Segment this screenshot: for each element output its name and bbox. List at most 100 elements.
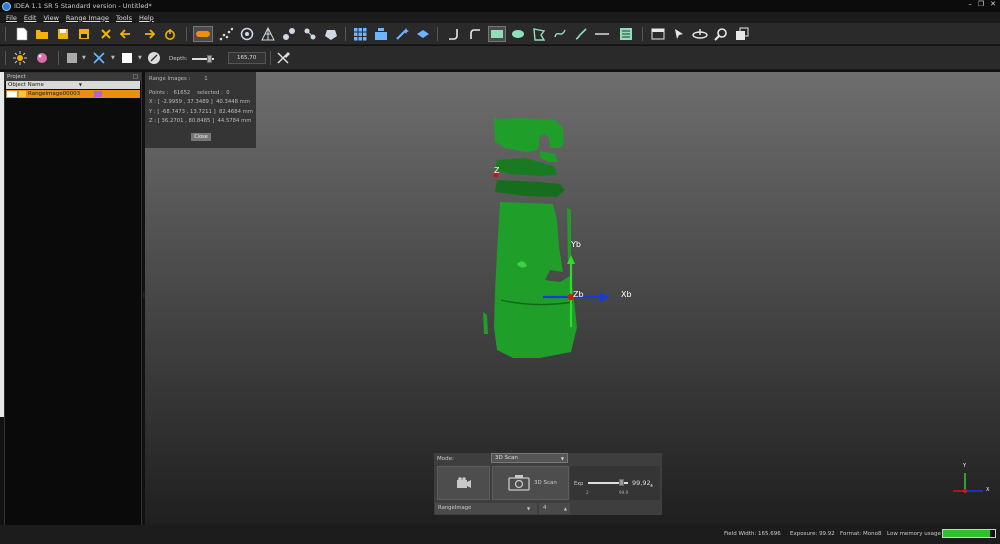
rectangle-select-icon[interactable] — [488, 26, 506, 42]
target-value: RangeImage — [438, 505, 472, 511]
y-range: Y : [ -68.7473 , 13.7211 ] — [149, 108, 216, 115]
menu-tools[interactable]: Tools — [116, 14, 132, 22]
title-bar: IDEA 1.1 SR 5 Standard version - Untitle… — [0, 0, 1000, 12]
secondary-toolbar: ▼ ▼ ▼ Depth: 165,70 — [0, 46, 1000, 70]
curve-right-icon[interactable] — [467, 26, 483, 42]
material-icon[interactable] — [34, 50, 50, 66]
sort-icon[interactable]: ▼ — [79, 81, 82, 89]
exposure-value: 99,92 — [632, 479, 651, 487]
field-width-status: Field Width: 165.696 — [724, 531, 781, 537]
count-value: 4 — [543, 505, 547, 511]
3d-scan-button[interactable]: 3D Scan — [492, 466, 569, 500]
menu-help[interactable]: Help — [139, 14, 154, 22]
light-icon[interactable] — [12, 50, 28, 66]
chevron-down-icon[interactable]: ▼ — [82, 55, 86, 61]
line-icon[interactable] — [594, 26, 610, 42]
exposure-min: 2 — [586, 490, 589, 495]
menu-range-image[interactable]: Range Image — [66, 14, 109, 22]
delete-icon[interactable] — [98, 26, 114, 42]
toolbar-separator — [186, 27, 187, 41]
target-select[interactable]: RangeImage ▼ — [435, 503, 537, 514]
mesh-icon[interactable] — [260, 26, 276, 42]
project-object-row[interactable]: RangeImage00003 — [6, 90, 140, 98]
memory-usage-fill — [943, 530, 990, 537]
panel-splitter[interactable]: ⋮ — [141, 292, 147, 302]
chevron-down-icon[interactable]: ▼ — [138, 55, 142, 61]
panel-float-icon[interactable]: □ — [133, 73, 138, 81]
rotate-3d-icon[interactable] — [239, 26, 255, 42]
save-icon[interactable] — [55, 26, 71, 42]
zoom-icon[interactable] — [713, 26, 729, 42]
spin-arrows-icon[interactable]: ▲ — [650, 482, 653, 487]
new-file-icon[interactable] — [14, 26, 30, 42]
polygon-select-icon[interactable] — [531, 26, 547, 42]
save-as-icon[interactable] — [76, 26, 92, 42]
merge-icon[interactable] — [373, 26, 389, 42]
spin-arrows-icon: ▲ — [563, 506, 567, 511]
close-color-icon[interactable] — [91, 50, 107, 66]
xb-axis-label: Xb — [621, 290, 632, 299]
range-image-info-box: Range Images : 1 Points : 61652 selected … — [145, 72, 256, 148]
object-color-swatch[interactable] — [94, 91, 102, 97]
list-icon[interactable] — [618, 26, 634, 42]
mode-select[interactable]: 3D Scan ▼ — [491, 453, 568, 463]
count-spinbox[interactable]: 4 ▲ — [539, 503, 570, 514]
project-panel-header: Project □ — [5, 73, 141, 81]
exposure-max: 99.9 — [619, 490, 629, 495]
scanner-icon[interactable] — [193, 26, 213, 42]
model-fragment — [540, 151, 558, 162]
axes-gizmo — [953, 473, 983, 493]
toolbar-separator — [437, 27, 438, 41]
restore-icon[interactable]: ❐ — [978, 0, 984, 8]
main-toolbar — [0, 23, 1000, 45]
chevron-down-icon: ▼ — [527, 506, 531, 511]
points-icon[interactable] — [218, 26, 234, 42]
redo-icon[interactable] — [140, 26, 156, 42]
flip-icon[interactable] — [415, 26, 431, 42]
chevron-down-icon[interactable]: ▼ — [111, 55, 115, 61]
brush-icon[interactable] — [573, 26, 589, 42]
undo-icon[interactable] — [119, 26, 135, 42]
object-name-header[interactable]: Object Name ▼ — [6, 81, 140, 89]
menu-view[interactable]: View — [43, 14, 58, 22]
grid-icon[interactable] — [352, 26, 368, 42]
gizmo-x-label: X — [986, 487, 990, 493]
turntable-icon[interactable] — [692, 26, 708, 42]
window-icon[interactable] — [650, 26, 666, 42]
tools-icon[interactable] — [275, 50, 291, 66]
align-icon[interactable] — [302, 26, 318, 42]
visibility-checkbox[interactable] — [7, 91, 17, 97]
x-size: 40.3448 mm — [216, 99, 250, 105]
ellipse-select-icon[interactable] — [510, 26, 526, 42]
video-button[interactable] — [437, 466, 490, 500]
depth-spinbox[interactable]: 165,70 — [228, 52, 266, 64]
scan-control-panel: Mode: 3D Scan ▼ 3D Scan Exp 99,92 2 99.9… — [434, 453, 662, 515]
power-icon[interactable] — [162, 26, 178, 42]
color-square-icon[interactable] — [64, 50, 80, 66]
exposure-slider-handle[interactable] — [618, 479, 624, 486]
status-bar: Field Width: 165.696 Exposure: 99.92 For… — [0, 525, 1000, 544]
camera-icon — [508, 475, 530, 491]
menu-edit[interactable]: Edit — [24, 14, 37, 22]
white-square-icon[interactable] — [119, 50, 135, 66]
bounding-box-icon[interactable] — [734, 26, 750, 42]
freehand-select-icon[interactable] — [552, 26, 568, 42]
edit-icon[interactable] — [146, 50, 162, 66]
minimize-icon[interactable]: – — [968, 0, 972, 8]
cursor-icon[interactable] — [671, 26, 687, 42]
info-close-button[interactable]: Close — [191, 133, 211, 141]
yb-axis-label: Yb — [571, 240, 581, 249]
chevron-down-icon: ▼ — [560, 456, 564, 461]
toolbar-separator — [270, 51, 271, 65]
magic-wand-icon[interactable] — [394, 26, 410, 42]
menu-file[interactable]: File — [6, 14, 17, 22]
depth-slider-handle[interactable] — [207, 55, 212, 63]
close-icon[interactable]: ✕ — [990, 0, 996, 8]
spheres-icon[interactable] — [281, 26, 297, 42]
object-name-header-label: Object Name — [8, 82, 44, 88]
z-range: Z : [ 36.2701 , 80.8485 ] — [149, 118, 215, 124]
curve-left-icon[interactable] — [446, 26, 462, 42]
shape-icon[interactable] — [323, 26, 339, 42]
open-folder-icon[interactable] — [34, 26, 50, 42]
menu-bar: File Edit View Range Image Tools Help — [0, 12, 1000, 23]
